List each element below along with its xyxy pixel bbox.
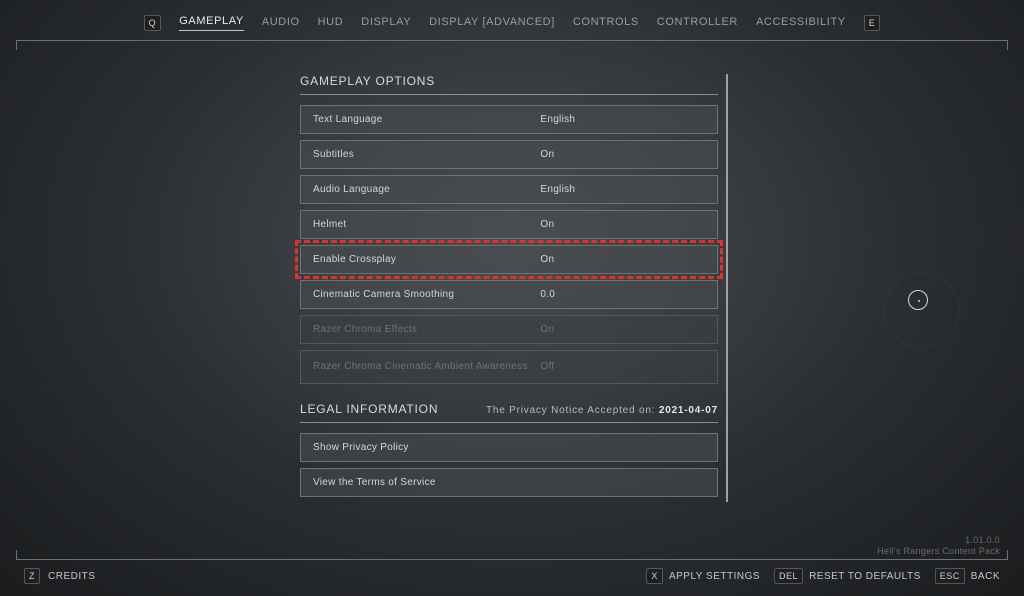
option-value: On xyxy=(540,324,705,335)
option-cinematic-camera-smoothing[interactable]: Cinematic Camera Smoothing 0.0 xyxy=(300,280,718,309)
tab-display-advanced[interactable]: DISPLAY [ADVANCED] xyxy=(429,16,555,31)
section-title: LEGAL INFORMATION xyxy=(300,402,438,416)
section-gameplay-options: GAMEPLAY OPTIONS xyxy=(300,74,718,95)
option-helmet[interactable]: Helmet On xyxy=(300,210,718,239)
cursor-ring-icon xyxy=(908,290,928,310)
reset-label: RESET TO DEFAULTS xyxy=(809,571,921,582)
link-label: Show Privacy Policy xyxy=(313,442,540,453)
option-value: On xyxy=(540,219,705,230)
option-label: Enable Crossplay xyxy=(313,254,540,265)
footer-right: X APPLY SETTINGS DEL RESET TO DEFAULTS E… xyxy=(646,568,1000,584)
section-legal-information: LEGAL INFORMATION The Privacy Notice Acc… xyxy=(300,402,718,423)
link-privacy-policy[interactable]: Show Privacy Policy xyxy=(300,433,718,462)
settings-tabs: Q GAMEPLAY AUDIO HUD DISPLAY DISPLAY [AD… xyxy=(0,12,1024,34)
option-value: English xyxy=(540,114,705,125)
option-razer-chroma-ambient: Razer Chroma Cinematic Ambient Awareness… xyxy=(300,350,718,384)
tab-controller[interactable]: CONTROLLER xyxy=(657,16,738,31)
tab-accessibility[interactable]: ACCESSIBILITY xyxy=(756,16,846,31)
footer-left: Z CREDITS xyxy=(24,568,95,584)
option-value: Off xyxy=(540,361,705,373)
option-value: On xyxy=(540,149,705,160)
apply-settings-button[interactable]: X APPLY SETTINGS xyxy=(646,568,760,584)
next-tab-key: E xyxy=(864,15,881,31)
option-label: Audio Language xyxy=(313,184,540,195)
options-panel: GAMEPLAY OPTIONS Text Language English S… xyxy=(300,74,718,503)
option-value: 0.0 xyxy=(540,289,705,300)
credits-key: Z xyxy=(24,568,40,584)
apply-key: X xyxy=(646,568,663,584)
privacy-accepted-on: The Privacy Notice Accepted on: 2021-04-… xyxy=(486,405,718,416)
option-label: Subtitles xyxy=(313,149,540,160)
tab-audio[interactable]: AUDIO xyxy=(262,16,300,31)
option-label: Helmet xyxy=(313,219,540,230)
reset-defaults-button[interactable]: DEL RESET TO DEFAULTS xyxy=(774,568,921,584)
back-label: BACK xyxy=(971,571,1000,582)
option-label: Cinematic Camera Smoothing xyxy=(313,289,540,300)
option-razer-chroma-effects: Razer Chroma Effects On xyxy=(300,315,718,344)
reset-key: DEL xyxy=(774,568,803,584)
option-label: Razer Chroma Effects xyxy=(313,324,540,335)
back-key: ESC xyxy=(935,568,965,584)
option-enable-crossplay[interactable]: Enable Crossplay On xyxy=(300,245,718,274)
tab-hud[interactable]: HUD xyxy=(318,16,344,31)
scrollbar[interactable] xyxy=(726,74,728,502)
option-text-language[interactable]: Text Language English xyxy=(300,105,718,134)
option-label: Razer Chroma Cinematic Ambient Awareness xyxy=(313,361,540,373)
version-info: 1.01.0.0 Hell's Rangers Content Pack xyxy=(877,535,1000,558)
tab-gameplay[interactable]: GAMEPLAY xyxy=(179,15,244,31)
option-label: Text Language xyxy=(313,114,540,125)
link-terms-of-service[interactable]: View the Terms of Service xyxy=(300,468,718,497)
version-number: 1.01.0.0 xyxy=(877,535,1000,547)
option-value: English xyxy=(540,184,705,195)
back-button[interactable]: ESC BACK xyxy=(935,568,1000,584)
version-pack: Hell's Rangers Content Pack xyxy=(877,546,1000,558)
frame-line-bottom xyxy=(16,559,1008,560)
tab-controls[interactable]: CONTROLS xyxy=(573,16,639,31)
option-audio-language[interactable]: Audio Language English xyxy=(300,175,718,204)
tab-display[interactable]: DISPLAY xyxy=(361,16,411,31)
section-title: GAMEPLAY OPTIONS xyxy=(300,74,435,88)
frame-line-top xyxy=(16,40,1008,41)
apply-label: APPLY SETTINGS xyxy=(669,571,760,582)
prev-tab-key: Q xyxy=(144,15,162,31)
credits-button[interactable]: CREDITS xyxy=(48,571,95,582)
link-label: View the Terms of Service xyxy=(313,477,540,488)
option-subtitles[interactable]: Subtitles On xyxy=(300,140,718,169)
option-value: On xyxy=(540,254,705,265)
